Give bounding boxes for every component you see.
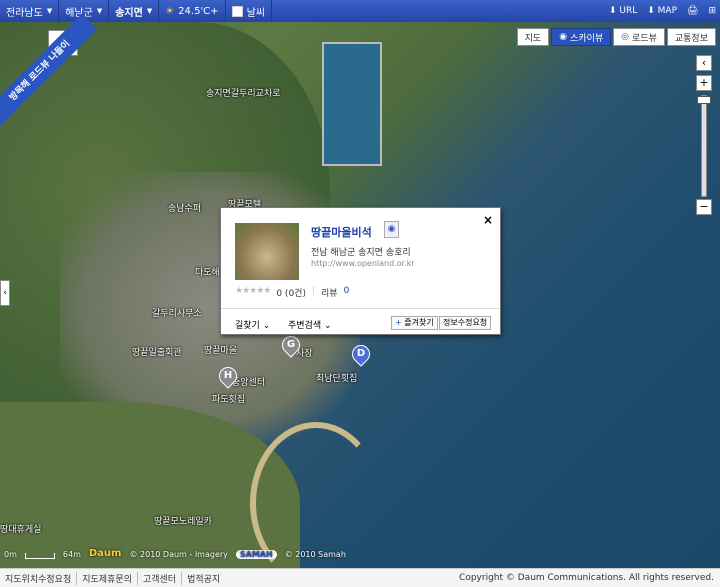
scale-start: 0m bbox=[4, 550, 17, 559]
top-location-bar: 전라남도 ▼ 해남군 ▼ 송지면 ▼ ☀ 24.5'C+ 날씨 ⬇ URL ⬇ MAP … bbox=[0, 0, 720, 22]
nearby-search-button[interactable]: 주변검색 ⌄ bbox=[288, 318, 332, 331]
zoom-slider[interactable] bbox=[697, 95, 711, 197]
samah-logo: SAMAH bbox=[235, 550, 277, 559]
chevron-down-icon: ⌄ bbox=[324, 321, 332, 331]
map-label: 땅끝모노레일카 bbox=[154, 517, 212, 527]
star-rating-icon: ★★★★★ bbox=[235, 286, 271, 296]
footer-link[interactable]: 고객센터 bbox=[138, 571, 183, 585]
divider: | bbox=[311, 286, 316, 296]
zoom-control: ‹ + − bbox=[694, 55, 714, 219]
location-town[interactable]: 송지면 ▼ bbox=[109, 0, 160, 22]
marker-letter: H bbox=[223, 370, 233, 381]
roadview-pin-icon[interactable]: ◉ bbox=[384, 221, 399, 238]
chevron-left-icon: ‹ bbox=[3, 288, 7, 298]
place-info-popup: 땅끝마을비석 ◉ 전남 해남군 송지면 송호리 http://www.openl… bbox=[220, 207, 501, 335]
place-url[interactable]: http://www.openland.or.kr bbox=[311, 259, 415, 268]
location-province[interactable]: 전라남도 ▼ bbox=[0, 0, 60, 22]
pan-left-button[interactable]: ‹ bbox=[0, 280, 10, 306]
skyview-label: 스카이뷰 bbox=[570, 33, 604, 44]
edit-info-button[interactable]: 정보수정요청 bbox=[439, 316, 492, 330]
map-label: 갈두리사무소 bbox=[152, 309, 202, 319]
nearby-label: 주변검색 bbox=[288, 321, 322, 331]
pan-left-icon[interactable]: ‹ bbox=[696, 55, 712, 71]
fullscreen-icon[interactable]: ⊞ bbox=[708, 6, 716, 16]
map-label: 땅끝일출회관 bbox=[132, 348, 182, 358]
copyright-text: Copyright © Daum Communications. All rig… bbox=[459, 573, 714, 583]
sun-icon: ☀ bbox=[165, 5, 175, 17]
chevron-down-icon: ▼ bbox=[146, 7, 153, 15]
samah-credit: © 2010 Samah bbox=[284, 550, 346, 559]
directions-label: 길찾기 bbox=[235, 321, 260, 331]
close-icon[interactable]: × bbox=[483, 213, 493, 227]
weather-temp-text: 24.5'C+ bbox=[178, 5, 219, 17]
weather-toggle[interactable]: 날씨 bbox=[226, 0, 272, 22]
directions-button[interactable]: 길찾기 ⌄ bbox=[235, 318, 270, 331]
download-icon: ⬇ bbox=[647, 6, 655, 16]
imagery-credit: © 2010 Daum - Imagery bbox=[129, 550, 228, 559]
footer-link[interactable]: 지도위치수정요청 bbox=[0, 571, 78, 585]
popup-divider bbox=[221, 308, 500, 309]
map-label: 땅끝마을 bbox=[204, 346, 238, 356]
review-label: 리뷰 bbox=[321, 289, 338, 299]
favorite-button[interactable]: + 즐겨찾기 bbox=[391, 316, 438, 330]
traffic-button[interactable]: 교통정보 bbox=[666, 28, 716, 46]
rating-text: 0 (0건) bbox=[276, 289, 306, 299]
map-label: 최남단횟집 bbox=[316, 374, 358, 384]
zoom-in-button[interactable]: + bbox=[696, 75, 712, 91]
place-photo[interactable] bbox=[235, 223, 299, 280]
map-label: 송지면갈두리교차로 bbox=[206, 89, 281, 99]
print-icon[interactable]: 🖨 bbox=[687, 6, 698, 16]
url-button[interactable]: ⬇ URL bbox=[609, 6, 637, 16]
url-label: URL bbox=[619, 6, 638, 16]
place-title[interactable]: 땅끝마을비석 bbox=[311, 224, 372, 240]
footer-link[interactable]: 법적공지 bbox=[182, 572, 225, 585]
roadview-button[interactable]: ◎ 로드뷰 bbox=[613, 28, 665, 46]
map-scale: 0m 64m Daum © 2010 Daum - Imagery SAMAH … bbox=[4, 548, 346, 559]
weather-checkbox[interactable] bbox=[231, 5, 243, 17]
map-label: 송남수퍼 bbox=[168, 204, 202, 214]
review-count[interactable]: 0 bbox=[344, 286, 350, 299]
reservoir bbox=[322, 42, 382, 166]
weather-temp: ☀ 24.5'C+ bbox=[159, 0, 226, 22]
plus-icon: + bbox=[395, 318, 402, 327]
favorite-label: 즐겨찾기 bbox=[404, 318, 434, 327]
place-address: 전남 해남군 송지면 송호리 bbox=[311, 248, 411, 258]
map-label: 파도횟집 bbox=[212, 395, 246, 405]
download-icon: ⬇ bbox=[608, 6, 617, 16]
map-view-button[interactable]: 지도 bbox=[516, 28, 550, 46]
camera-icon: ◎ bbox=[621, 32, 630, 42]
zoom-out-button[interactable]: − bbox=[696, 199, 712, 215]
view-toggle-bar: 지도 ◉ 스카이뷰 ◎ 로드뷰 교통정보 bbox=[516, 28, 716, 46]
footer-link[interactable]: 지도제휴문의 bbox=[77, 571, 138, 585]
scale-end: 64m bbox=[62, 550, 81, 559]
map-button[interactable]: ⬇ MAP bbox=[647, 6, 677, 16]
zoom-knob[interactable] bbox=[697, 96, 711, 104]
scale-bar bbox=[24, 553, 55, 559]
chevron-down-icon: ▼ bbox=[96, 7, 103, 15]
roadview-label: 로드뷰 bbox=[632, 33, 657, 44]
daum-logo: Daum bbox=[88, 548, 122, 559]
map-label: 땅대휴게실 bbox=[0, 525, 42, 535]
marker-letter: D bbox=[356, 348, 366, 359]
satellite-icon: ◉ bbox=[559, 32, 568, 42]
location-town-label: 송지면 bbox=[115, 7, 143, 19]
chevron-down-icon: ⌄ bbox=[262, 321, 271, 331]
beach bbox=[250, 422, 382, 568]
footer-bar: 지도위치수정요청 지도제휴문의 고객센터 법적공지 Copyright © Da… bbox=[0, 568, 720, 587]
map-label: MAP bbox=[657, 6, 678, 16]
rating-row: ★★★★★ 0 (0건) | 리뷰 0 bbox=[235, 286, 349, 299]
marker-letter: G bbox=[286, 339, 296, 350]
chevron-down-icon: ▼ bbox=[46, 7, 53, 15]
map-label: 다도해 bbox=[195, 268, 220, 278]
weather-label: 날씨 bbox=[246, 7, 265, 19]
skyview-button[interactable]: ◉ 스카이뷰 bbox=[551, 28, 612, 46]
location-province-label: 전라남도 bbox=[6, 7, 43, 19]
